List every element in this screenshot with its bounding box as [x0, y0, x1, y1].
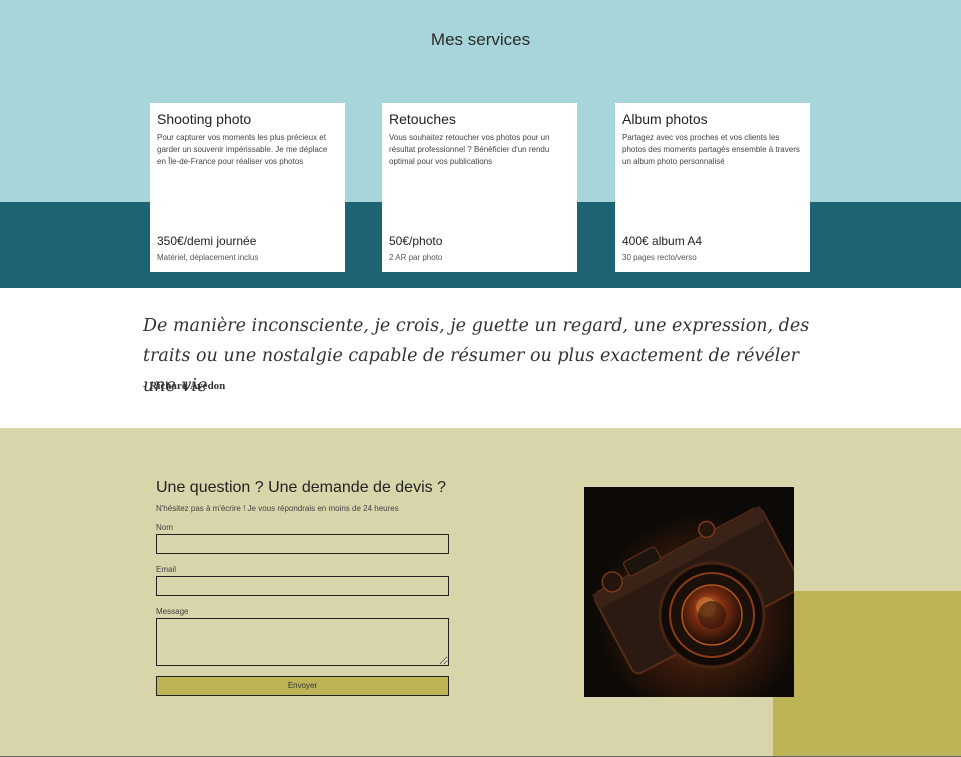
message-label: Message — [156, 607, 189, 616]
service-card-price: 400€ album A4 — [622, 234, 703, 248]
accent-block — [773, 591, 961, 757]
service-card-note: 30 pages recto/verso — [622, 253, 697, 262]
email-label: Email — [156, 565, 177, 574]
email-input[interactable] — [156, 576, 449, 596]
service-card-note: 2 AR par photo — [389, 253, 443, 262]
message-textarea[interactable] — [156, 618, 449, 666]
contact-section: Une question ? Une demande de devis ? N'… — [0, 428, 961, 757]
service-card-title: Album photos — [622, 111, 708, 127]
camera-photo-image — [584, 487, 794, 697]
service-card-album: Album photos Partagez avec vos proches e… — [615, 103, 810, 272]
quote-author: - Richard Avedon — [143, 380, 226, 392]
service-card-title: Retouches — [389, 111, 456, 127]
service-card-note: Matériel, déplacement inclus — [157, 253, 259, 262]
quote-text: De manière inconsciente, je crois, je gu… — [143, 316, 810, 396]
contact-title: Une question ? Une demande de devis ? — [156, 479, 446, 496]
service-card-retouches: Retouches Vous souhaitez retoucher vos p… — [382, 103, 577, 272]
service-card-shooting: Shooting photo Pour capturer vos moments… — [150, 103, 345, 272]
name-input[interactable] — [156, 534, 449, 554]
contact-subtitle: N'hésitez pas à m'écrire ! Je vous répon… — [156, 504, 399, 513]
submit-button[interactable]: Envoyer — [156, 676, 449, 696]
services-title: Mes services — [430, 30, 531, 49]
service-card-title: Shooting photo — [157, 111, 252, 127]
service-card-description: Partagez avec vos proches et vos clients… — [622, 133, 800, 166]
service-card-price: 50€/photo — [389, 234, 443, 248]
name-label: Nom — [156, 523, 173, 532]
service-card-description: Pour capturer vos moments les plus préci… — [157, 133, 328, 166]
camera-photo — [584, 487, 794, 697]
quote-section: De manière inconsciente, je crois, je gu… — [0, 288, 961, 428]
services-section: Mes services Shooting photo Pour capture… — [0, 0, 961, 288]
service-card-price: 350€/demi journée — [157, 234, 257, 248]
service-card-description: Vous souhaitez retoucher vos photos pour… — [389, 133, 550, 166]
